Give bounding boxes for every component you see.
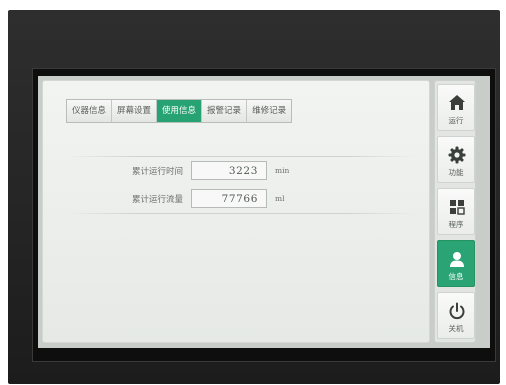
- nav-run-button[interactable]: 运行: [437, 84, 475, 131]
- tab-instrument-info[interactable]: 仪器信息: [67, 100, 113, 122]
- runtime-label: 累计运行时间: [131, 167, 183, 177]
- gear-icon: [448, 146, 466, 164]
- nav-function-label: 功能: [448, 168, 464, 177]
- divider-top: [65, 156, 417, 157]
- nav-function-button[interactable]: 功能: [437, 136, 475, 183]
- flow-value: 77766: [191, 189, 267, 208]
- tab-screen-settings[interactable]: 屏幕设置: [112, 100, 158, 122]
- nav-shutdown-button[interactable]: 关机: [437, 292, 475, 339]
- flow-unit: ml: [275, 194, 285, 203]
- grid-icon: [450, 200, 465, 215]
- divider-bottom: [65, 213, 417, 214]
- sidebar-nav: 运行 功能 程序 信息 关机: [434, 80, 476, 343]
- nav-info-button[interactable]: 信息: [437, 240, 475, 287]
- nav-program-button[interactable]: 程序: [437, 188, 475, 235]
- home-icon: [449, 95, 465, 110]
- runtime-unit: min: [275, 166, 290, 175]
- runtime-value: 3223: [191, 161, 267, 180]
- tab-bar: 仪器信息 屏幕设置 使用信息 报警记录 维修记录: [66, 99, 293, 123]
- power-icon: [449, 302, 465, 320]
- nav-program-label: 程序: [448, 220, 464, 229]
- tab-alarm-records[interactable]: 报警记录: [202, 100, 248, 122]
- tab-usage-info[interactable]: 使用信息: [157, 100, 203, 122]
- main-panel: 仪器信息 屏幕设置 使用信息 报警记录 维修记录 累计运行时间 3223 min…: [42, 80, 430, 343]
- flow-row: 累计运行流量 77766 ml: [43, 189, 431, 209]
- runtime-row: 累计运行时间 3223 min: [43, 161, 431, 181]
- flow-label: 累计运行流量: [131, 195, 183, 205]
- nav-run-label: 运行: [448, 116, 464, 125]
- user-icon: [450, 252, 464, 267]
- nav-shutdown-label: 关机: [448, 324, 464, 333]
- nav-info-label: 信息: [448, 272, 464, 281]
- tab-repair-records[interactable]: 维修记录: [247, 100, 292, 122]
